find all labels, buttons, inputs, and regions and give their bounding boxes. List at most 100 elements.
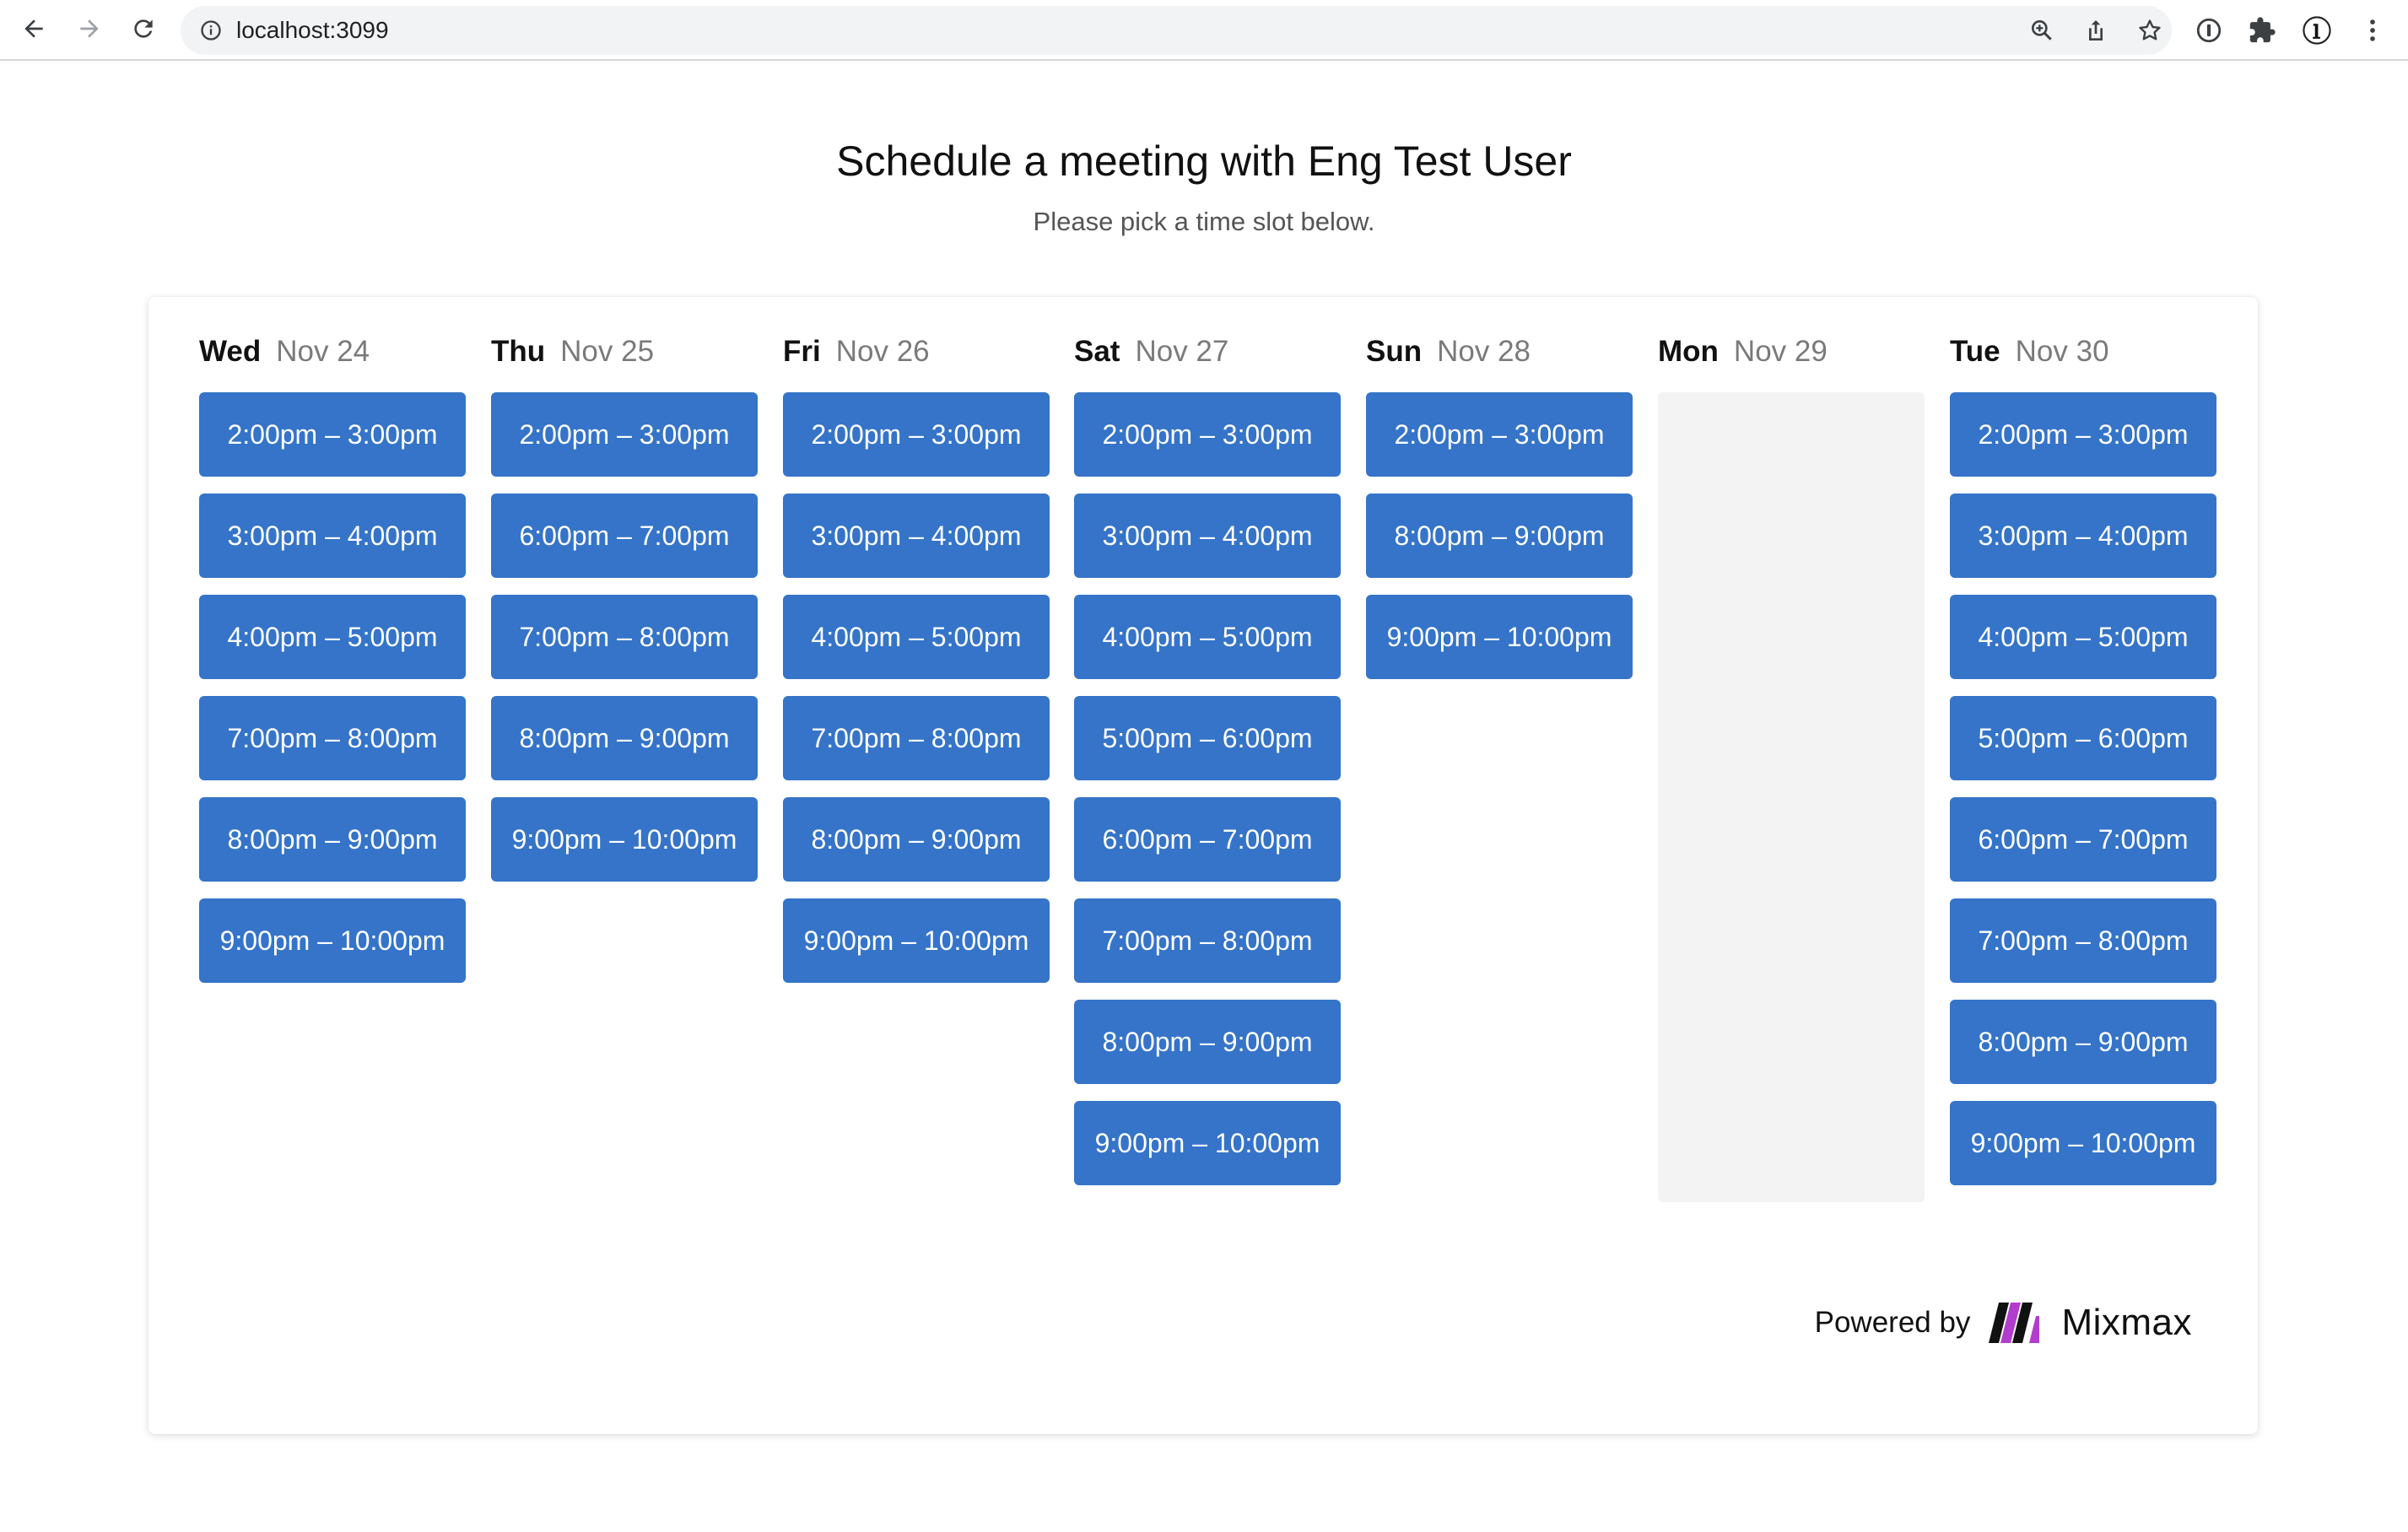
day-date: Nov 27 bbox=[1135, 335, 1229, 368]
time-slot-button[interactable]: 7:00pm – 8:00pm bbox=[1950, 898, 2216, 983]
site-info-button[interactable] bbox=[197, 17, 224, 44]
browser-menu-button[interactable] bbox=[2356, 13, 2389, 47]
bookmark-button[interactable] bbox=[2136, 17, 2163, 44]
time-slot-button[interactable]: 8:00pm – 9:00pm bbox=[1074, 1000, 1341, 1084]
time-slot-button[interactable]: 3:00pm – 4:00pm bbox=[1074, 494, 1341, 578]
time-slot-button[interactable]: 4:00pm – 5:00pm bbox=[783, 595, 1050, 679]
time-slot-button[interactable]: 3:00pm – 4:00pm bbox=[199, 494, 466, 578]
onepassword-icon bbox=[2303, 16, 2331, 45]
reload-button[interactable] bbox=[125, 10, 162, 47]
time-slot-button[interactable]: 9:00pm – 10:00pm bbox=[1950, 1101, 2216, 1185]
zoom-icon bbox=[2032, 19, 2052, 40]
page-title: Schedule a meeting with Eng Test User bbox=[836, 138, 1572, 185]
share-icon bbox=[2089, 20, 2103, 40]
address-bar[interactable]: localhost:3099 bbox=[181, 6, 2172, 55]
time-slot-button[interactable]: 9:00pm – 10:00pm bbox=[783, 898, 1050, 983]
back-button[interactable] bbox=[15, 10, 52, 47]
time-slot-button[interactable]: 2:00pm – 3:00pm bbox=[491, 392, 758, 477]
day-column-wed: Wed Nov 24 2:00pm – 3:00pm 3:00pm – 4:00pm 4… bbox=[199, 331, 466, 983]
time-slot-button[interactable]: 4:00pm – 5:00pm bbox=[1074, 595, 1341, 679]
day-date: Nov 30 bbox=[2015, 335, 2109, 368]
time-slot-list: 2:00pm – 3:00pm 3:00pm – 4:00pm 4:00pm – 5… bbox=[199, 392, 466, 1000]
day-column-fri: Fri Nov 26 2:00pm – 3:00pm 3:00pm – 4:00pm 4… bbox=[783, 331, 1050, 983]
time-slot-list: 2:00pm – 3:00pm 3:00pm – 4:00pm 4:00pm – 5… bbox=[1074, 392, 1341, 1202]
time-slot-button[interactable]: 7:00pm – 8:00pm bbox=[199, 696, 466, 780]
time-slot-button[interactable]: 9:00pm – 10:00pm bbox=[1074, 1101, 1341, 1185]
star-icon bbox=[2139, 19, 2161, 40]
time-slot-button[interactable]: 8:00pm – 9:00pm bbox=[491, 696, 758, 780]
time-slot-button[interactable]: 2:00pm – 3:00pm bbox=[1950, 392, 2216, 477]
day-column-mon: Mon Nov 29 bbox=[1658, 331, 1925, 1202]
time-slot-button[interactable]: 5:00pm – 6:00pm bbox=[1950, 696, 2216, 780]
day-date: Nov 28 bbox=[1437, 335, 1531, 368]
time-slot-list: 2:00pm – 3:00pm 6:00pm – 7:00pm 7:00pm – 8… bbox=[491, 392, 758, 898]
no-availability-placeholder bbox=[1658, 392, 1925, 1202]
powered-by[interactable]: Powered by Mixmax bbox=[1815, 1297, 2192, 1348]
day-name: Thu bbox=[491, 335, 546, 368]
time-slot-button[interactable]: 2:00pm – 3:00pm bbox=[783, 392, 1050, 477]
time-slot-button[interactable]: 8:00pm – 9:00pm bbox=[199, 797, 466, 882]
url-text[interactable]: localhost:3099 bbox=[236, 6, 389, 55]
day-date: Nov 29 bbox=[1733, 335, 1828, 368]
time-slot-button[interactable]: 4:00pm – 5:00pm bbox=[199, 595, 466, 679]
scheduler-card: Wed Nov 24 2:00pm – 3:00pm 3:00pm – 4:00pm 4… bbox=[148, 297, 2258, 1434]
time-slot-button[interactable]: 6:00pm – 7:00pm bbox=[1074, 797, 1341, 882]
day-column-sun: Sun Nov 28 2:00pm – 3:00pm 8:00pm – 9:00pm 9… bbox=[1366, 331, 1633, 679]
mixmax-logo-icon bbox=[1987, 1301, 2041, 1345]
day-column-sat: Sat Nov 27 2:00pm – 3:00pm 3:00pm – 4:00pm 4… bbox=[1074, 331, 1341, 1185]
day-header: Fri Nov 26 bbox=[783, 331, 1050, 373]
password-manager-extension[interactable] bbox=[2192, 13, 2226, 47]
day-name: Sun bbox=[1366, 335, 1423, 368]
time-slot-button[interactable]: 4:00pm – 5:00pm bbox=[1950, 595, 2216, 679]
time-slot-list: 2:00pm – 3:00pm 3:00pm – 4:00pm 4:00pm – 5… bbox=[783, 392, 1050, 1000]
day-date: Nov 25 bbox=[560, 335, 655, 368]
mixmax-brand-name: Mixmax bbox=[2061, 1302, 2192, 1343]
time-slot-button[interactable]: 7:00pm – 8:00pm bbox=[491, 595, 758, 679]
day-name: Wed bbox=[199, 335, 262, 368]
time-slot-button[interactable]: 9:00pm – 10:00pm bbox=[491, 797, 758, 882]
time-slot-button[interactable]: 6:00pm – 7:00pm bbox=[491, 494, 758, 578]
time-slot-list: 2:00pm – 3:00pm 8:00pm – 9:00pm 9:00pm – 1… bbox=[1366, 392, 1633, 696]
time-slot-button[interactable]: 6:00pm – 7:00pm bbox=[1950, 797, 2216, 882]
time-slot-button[interactable]: 8:00pm – 9:00pm bbox=[1950, 1000, 2216, 1084]
menu-kebab-icon bbox=[2370, 19, 2375, 41]
back-arrow-icon bbox=[24, 19, 43, 38]
browser-toolbar: localhost:3099 bbox=[0, 0, 2408, 61]
time-slot-button[interactable]: 8:00pm – 9:00pm bbox=[1366, 494, 1633, 578]
time-slot-button[interactable]: 2:00pm – 3:00pm bbox=[1366, 392, 1633, 477]
day-header: Sun Nov 28 bbox=[1366, 331, 1633, 373]
day-date: Nov 26 bbox=[835, 335, 930, 368]
day-header: Tue Nov 30 bbox=[1950, 331, 2216, 373]
day-header: Wed Nov 24 bbox=[199, 331, 466, 373]
time-slot-button[interactable]: 3:00pm – 4:00pm bbox=[1950, 494, 2216, 578]
info-icon bbox=[201, 20, 221, 40]
time-slot-button[interactable]: 2:00pm – 3:00pm bbox=[199, 392, 466, 477]
time-slot-list: 2:00pm – 3:00pm 3:00pm – 4:00pm 4:00pm – 5… bbox=[1950, 392, 2216, 1202]
forward-arrow-icon bbox=[80, 19, 99, 38]
day-name: Tue bbox=[1950, 335, 2000, 368]
day-column-thu: Thu Nov 25 2:00pm – 3:00pm 6:00pm – 7:00pm 7… bbox=[491, 331, 758, 882]
reload-icon bbox=[134, 19, 153, 38]
onepassword-extension[interactable] bbox=[2300, 13, 2334, 47]
day-name: Mon bbox=[1658, 335, 1719, 368]
time-slot-button[interactable]: 3:00pm – 4:00pm bbox=[783, 494, 1050, 578]
time-slot-button[interactable]: 7:00pm – 8:00pm bbox=[1074, 898, 1341, 983]
time-slot-button[interactable]: 2:00pm – 3:00pm bbox=[1074, 392, 1341, 477]
password-manager-icon bbox=[2196, 18, 2222, 43]
time-slot-button[interactable]: 5:00pm – 6:00pm bbox=[1074, 696, 1341, 780]
day-name: Fri bbox=[783, 335, 821, 368]
time-slot-button[interactable]: 9:00pm – 10:00pm bbox=[1366, 595, 1633, 679]
forward-button[interactable] bbox=[71, 10, 108, 47]
zoom-button[interactable] bbox=[2028, 17, 2055, 44]
day-column-tue: Tue Nov 30 2:00pm – 3:00pm 3:00pm – 4:00pm 4… bbox=[1950, 331, 2216, 1185]
time-slot-button[interactable]: 9:00pm – 10:00pm bbox=[199, 898, 466, 983]
extensions-button[interactable] bbox=[2245, 13, 2279, 47]
day-name: Sat bbox=[1074, 335, 1120, 368]
page-subtitle: Please pick a time slot below. bbox=[1033, 207, 1375, 236]
time-slot-list bbox=[1658, 392, 1925, 1202]
share-button[interactable] bbox=[2082, 17, 2109, 44]
time-slot-button[interactable]: 8:00pm – 9:00pm bbox=[783, 797, 1050, 882]
time-slot-button[interactable]: 7:00pm – 8:00pm bbox=[783, 696, 1050, 780]
day-date: Nov 24 bbox=[276, 335, 370, 368]
day-header: Thu Nov 25 bbox=[491, 331, 758, 373]
